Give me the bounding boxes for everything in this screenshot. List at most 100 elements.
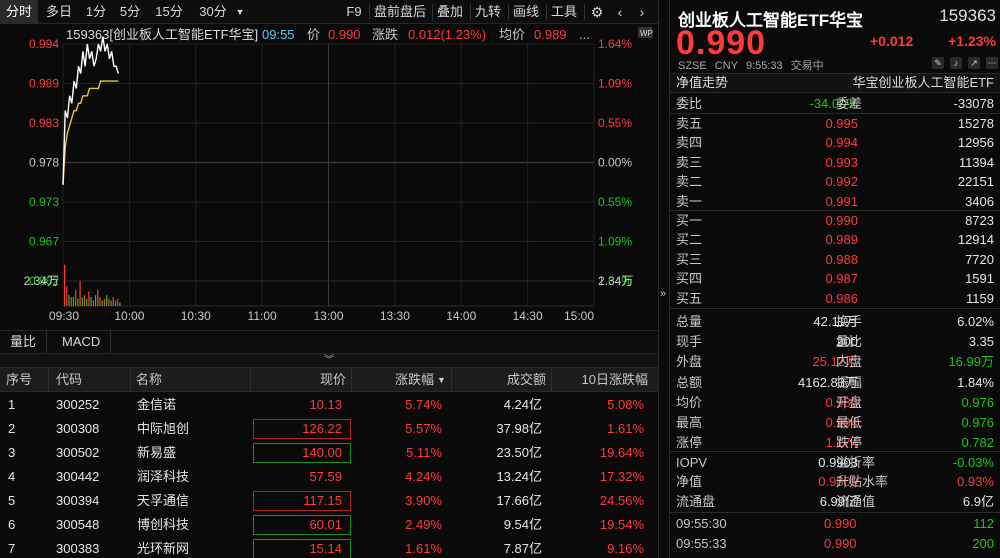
book-price: 0.990 [825, 213, 858, 228]
book-row[interactable]: 卖一 0.991 3406 [670, 192, 1000, 211]
stat-row: IOPV 0.9903 溢折率 -0.03% [670, 453, 1000, 472]
stat-value: 3.35 [968, 334, 994, 350]
nine-turn-button[interactable]: 九转 [473, 0, 503, 24]
header-name[interactable]: 名称 [136, 368, 162, 392]
double-chevron-down-icon[interactable]: ︾ [0, 354, 658, 368]
row-code: 300394 [56, 493, 100, 508]
row-pct: 5.74% [405, 397, 442, 412]
row-price: 126.22 [302, 421, 342, 436]
chart-toolbar: 分时 多日 1分 5分 15分 30分 ▼ F9 盘前盘后 叠加 九转 画线 工… [0, 0, 658, 24]
table-row[interactable]: 7 300383 光环新网 15.14 1.61% 7.87亿 9.16% [0, 537, 658, 558]
header-price[interactable]: 现价 [258, 368, 346, 392]
intraday-chart[interactable]: 0.994 1.64% 0.989 1.09% 0.983 0.55% 0.978 0.00%… [0, 24, 658, 330]
period-tab-timeshare[interactable]: 分时 [0, 0, 38, 24]
row-price: 140.00 [302, 445, 342, 460]
book-row[interactable]: 买五 0.986 1159 [670, 289, 1000, 308]
row-name: 新易盛 [137, 445, 177, 460]
row-code: 300308 [56, 421, 100, 436]
table-row[interactable]: 5 300394 天孚通信 117.15 3.90% 17.66亿 24.56% [0, 489, 658, 513]
row-pct10: 9.16% [607, 541, 644, 556]
table-header: 序号 代码 名称 现价 涨跌幅 ▼ 成交额 10日涨跌幅 [0, 368, 658, 392]
volume-bar [79, 280, 81, 306]
draw-line-button[interactable]: 画线 [511, 0, 541, 24]
table-row[interactable]: 4 300442 润泽科技 57.59 4.24% 13.24亿 17.32% [0, 465, 658, 489]
stat-value: 6.9亿 [962, 493, 994, 509]
period-tab-1min[interactable]: 1分 [80, 0, 112, 24]
row-no: 4 [8, 469, 16, 484]
book-price: 0.989 [825, 232, 858, 248]
caret-down-icon[interactable]: ▼ [234, 0, 246, 24]
period-tab-5min[interactable]: 5分 [114, 0, 146, 24]
order-diff-label: 委差 [836, 96, 863, 111]
volume-bar [103, 298, 106, 306]
period-tab-30min[interactable]: 30分 [194, 0, 232, 24]
book-row[interactable]: 买一 0.990 8723 [670, 211, 1000, 230]
pct-tick: 0.55% [598, 116, 632, 130]
pane-divider[interactable]: » [658, 0, 670, 558]
row-pct: 4.24% [405, 469, 442, 484]
volume-bar [106, 295, 108, 306]
stat-label: 跌停 [836, 435, 863, 451]
more-icon[interactable]: ⋯ [986, 57, 998, 69]
caret-down-icon[interactable]: ▼ [437, 368, 447, 392]
table-row[interactable]: 1 300252 金信诺 10.13 5.74% 4.24亿 5.08% [0, 393, 658, 417]
row-code: 300548 [56, 517, 100, 532]
book-level-label: 买四 [676, 271, 703, 287]
book-row[interactable]: 买三 0.988 7720 [670, 250, 1000, 269]
volume-bar [88, 291, 90, 306]
period-tab-15min[interactable]: 15分 [150, 0, 188, 24]
header-no[interactable]: 序号 [6, 368, 32, 392]
pct-tick: 1.09% [598, 235, 632, 249]
tab-volume-ratio[interactable]: 量比 [0, 331, 48, 353]
header-amount[interactable]: 成交额 [456, 368, 546, 392]
nav-label[interactable]: 净值走势 [676, 74, 728, 92]
stat-label: 流通盘 [676, 493, 716, 509]
volume-bar [72, 297, 75, 306]
tools-button[interactable]: 工具 [549, 0, 579, 24]
bell-icon[interactable]: ♪ [950, 57, 962, 69]
stat-value: 1.84% [957, 374, 994, 390]
book-row[interactable]: 卖三 0.993 11394 [670, 153, 1000, 172]
order-ratio-label: 委比 [676, 96, 703, 111]
period-tab-multiday[interactable]: 多日 [40, 0, 78, 24]
header-pct10[interactable]: 10日涨跌幅 [556, 368, 648, 392]
header-code[interactable]: 代码 [56, 368, 82, 392]
book-row[interactable]: 卖四 0.994 12956 [670, 133, 1000, 152]
volume-bar [101, 300, 103, 306]
overlay-button[interactable]: 叠加 [435, 0, 465, 24]
row-no: 6 [8, 517, 16, 532]
edit-icon[interactable]: ✎ [932, 57, 944, 69]
book-price: 0.988 [825, 251, 858, 267]
book-row[interactable]: 买二 0.989 12914 [670, 230, 1000, 249]
book-row[interactable]: 买四 0.987 1591 [670, 269, 1000, 288]
chart-pane: 分时 多日 1分 5分 15分 30分 ▼ F9 盘前盘后 叠加 九转 画线 工… [0, 0, 658, 558]
price-tick: 0.978 [29, 156, 59, 170]
book-row[interactable]: 卖五 0.995 15278 [670, 114, 1000, 133]
chevron-left-icon[interactable]: ‹ [612, 0, 628, 24]
table-row[interactable]: 2 300308 中际旭创 126.22 5.57% 37.98亿 1.61% [0, 417, 658, 441]
stat-label: 振幅 [836, 374, 863, 390]
nav-row[interactable]: 净值走势 华宝创业板人工智能ETF [670, 73, 1000, 93]
volume-bar [66, 286, 68, 306]
pre-post-market-button[interactable]: 盘前盘后 [372, 0, 428, 24]
stat-label: 内盘 [836, 354, 863, 370]
time-tick: 14:00 [446, 309, 476, 323]
chevron-right-icon[interactable]: › [634, 0, 650, 24]
volume-bar [114, 300, 117, 306]
gear-icon[interactable]: ⚙ [588, 0, 606, 24]
double-chevron-right-icon[interactable]: » [660, 288, 666, 300]
book-row[interactable]: 卖二 0.992 22151 [670, 172, 1000, 191]
header-pct[interactable]: 涨跌幅 [356, 368, 434, 392]
stat-label: 换手 [836, 314, 863, 329]
quote-panel: 创业板人工智能ETF华宝 159363 0.990 +0.012 +1.23% … [670, 0, 1000, 558]
f9-button[interactable]: F9 [342, 0, 366, 24]
stat-label: 升贴水率 [836, 474, 889, 490]
row-no: 2 [8, 421, 16, 436]
chart-more[interactable]: ... [579, 27, 590, 42]
order-ratio-row: 委比 -34.00% 委差 -33078 [670, 94, 1000, 113]
table-row[interactable]: 6 300548 博创科技 60.01 2.49% 9.54亿 19.54% [0, 513, 658, 537]
row-amount: 9.54亿 [503, 517, 542, 532]
tab-macd[interactable]: MACD [52, 331, 112, 353]
share-icon[interactable]: ↗ [968, 57, 980, 69]
table-row[interactable]: 3 300502 新易盛 140.00 5.11% 23.50亿 19.64% [0, 441, 658, 465]
